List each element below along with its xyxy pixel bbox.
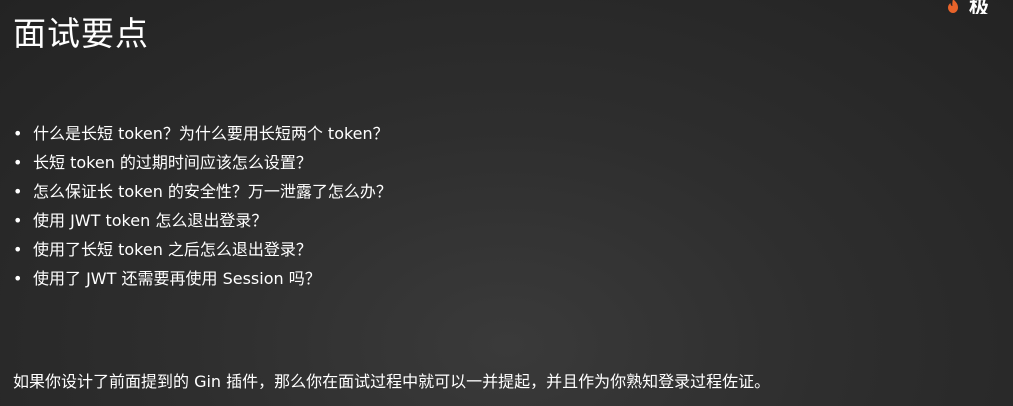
list-item-text: 使用了长短 token 之后怎么退出登录？ [33, 240, 312, 259]
bullet-icon: • [13, 153, 23, 172]
flame-logo-icon [948, 0, 958, 13]
list-item: • 使用了长短 token 之后怎么退出登录？ [13, 235, 392, 264]
brand-logo: 极 [933, 0, 1013, 14]
list-item: • 使用 JWT token 怎么退出登录？ [13, 206, 392, 235]
list-item-text: 使用了 JWT 还需要再使用 Session 吗？ [33, 269, 321, 288]
brand-logo-text: 极 [969, 0, 989, 14]
footer-note: 如果你设计了前面提到的 Gin 插件，那么你在面试过程中就可以一并提起，并且作为… [13, 372, 771, 391]
list-item: • 什么是长短 token？为什么要用长短两个 token？ [13, 119, 392, 148]
bullet-icon: • [13, 211, 23, 230]
bullet-icon: • [13, 182, 23, 201]
bullet-icon: • [13, 269, 23, 288]
list-item: • 怎么保证长 token 的安全性？万一泄露了怎么办？ [13, 177, 392, 206]
bullet-icon: • [13, 240, 23, 259]
list-item-text: 长短 token 的过期时间应该怎么设置？ [33, 153, 312, 172]
list-item: • 使用了 JWT 还需要再使用 Session 吗？ [13, 264, 392, 293]
list-item-text: 什么是长短 token？为什么要用长短两个 token？ [33, 124, 389, 143]
list-item: • 长短 token 的过期时间应该怎么设置？ [13, 148, 392, 177]
key-points-list: • 什么是长短 token？为什么要用长短两个 token？ • 长短 token … [13, 119, 392, 293]
slide: 面试要点 极 • 什么是长短 token？为什么要用长短两个 token？ • 长短… [0, 0, 1013, 406]
list-item-text: 怎么保证长 token 的安全性？万一泄露了怎么办？ [33, 182, 392, 201]
list-item-text: 使用 JWT token 怎么退出登录？ [33, 211, 268, 230]
slide-title: 面试要点 [13, 14, 149, 53]
bullet-icon: • [13, 124, 23, 143]
